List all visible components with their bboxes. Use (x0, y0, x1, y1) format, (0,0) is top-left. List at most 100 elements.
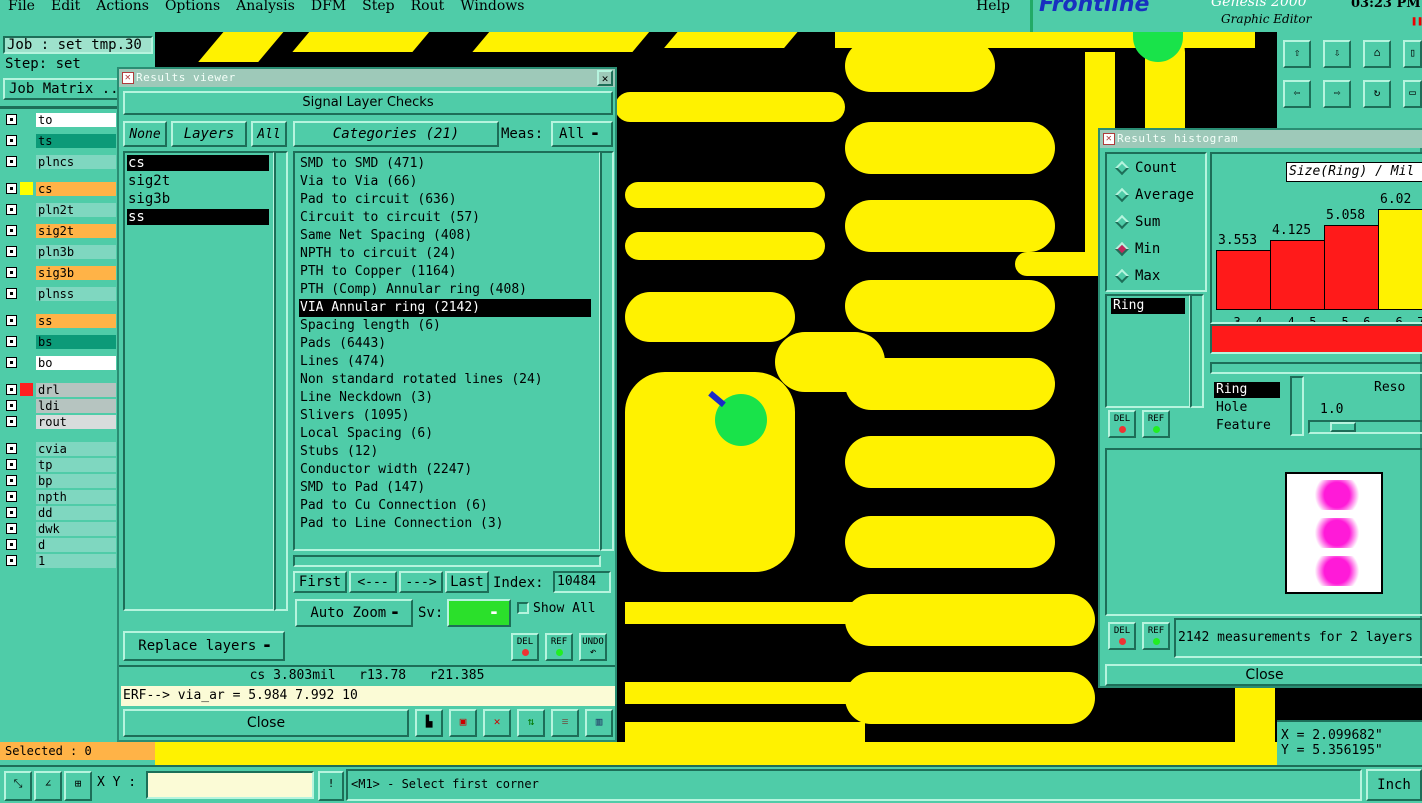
category-item[interactable]: Pad to Line Connection (3) (299, 515, 504, 533)
category-item[interactable]: Slivers (1095) (299, 407, 410, 425)
layer-row[interactable]: to (6, 112, 116, 127)
layer-checkbox[interactable] (6, 384, 17, 395)
xy-input[interactable] (146, 771, 314, 799)
menu-windows[interactable]: Windows (452, 0, 532, 18)
notes-icon[interactable]: ≡ (551, 709, 579, 737)
layer-checkbox[interactable] (6, 246, 17, 257)
categories-scrollbar[interactable] (600, 151, 614, 551)
layer-checkbox[interactable] (6, 225, 17, 236)
category-item[interactable]: Circuit to circuit (57) (299, 209, 480, 227)
category-item[interactable]: Conductor width (2247) (299, 461, 472, 479)
layer-select-list[interactable]: cs sig2t sig3b ss (123, 151, 275, 611)
tool-icon[interactable]: ▯ (1403, 40, 1422, 68)
layer-row[interactable]: pln2t (6, 202, 116, 217)
mode-min-radio[interactable]: Min (1114, 241, 1160, 257)
histogram-bar[interactable] (1378, 209, 1422, 310)
layer-checkbox[interactable] (6, 400, 17, 411)
category-item[interactable]: Spacing length (6) (299, 317, 441, 335)
ring-list[interactable]: Ring (1105, 294, 1191, 408)
layer-checkbox[interactable] (6, 416, 17, 427)
zoom-area-icon[interactable]: ⤡ (4, 771, 32, 801)
result-layer-item[interactable]: sig3b (127, 191, 269, 207)
mirror-icon[interactable]: ▭ (1403, 80, 1422, 108)
layer-row[interactable]: sig3b (6, 265, 116, 280)
layer-checkbox[interactable] (6, 459, 17, 470)
histogram-titlebar[interactable]: ✕ Results histogram (1100, 130, 1422, 148)
category-item[interactable]: Same Net Spacing (408) (299, 227, 472, 245)
first-button[interactable]: First (293, 571, 347, 593)
ref-button[interactable]: REF (545, 633, 573, 661)
report-icon[interactable]: ▣ (449, 709, 477, 737)
category-item[interactable]: SMD to SMD (471) (299, 155, 425, 173)
category-item[interactable]: Pad to circuit (636) (299, 191, 457, 209)
resolution-slider[interactable] (1308, 420, 1422, 434)
histogram-bar[interactable] (1216, 250, 1271, 310)
ring-item[interactable]: Ring (1111, 298, 1185, 314)
layer-checkbox[interactable] (6, 539, 17, 550)
del-button[interactable]: DEL (511, 633, 539, 661)
layer-row[interactable]: tp (6, 457, 116, 472)
layer-checkbox[interactable] (6, 491, 17, 502)
meas-dropdown[interactable]: All ▬ (551, 121, 613, 147)
sv-color-dropdown[interactable]: ▬ (447, 599, 511, 627)
close-window-icon[interactable]: ✕ (597, 70, 613, 86)
result-layer-item[interactable]: cs (127, 155, 269, 171)
layer-row[interactable]: npth (6, 489, 116, 504)
result-layer-item[interactable]: sig2t (127, 173, 269, 189)
move-down-icon[interactable]: ⇩ (1323, 40, 1351, 68)
layer-checkbox[interactable] (6, 288, 17, 299)
hist-ref-button[interactable]: REF (1142, 410, 1170, 438)
layer-checkbox[interactable] (6, 135, 17, 146)
histogram-icon[interactable]: ▥ (585, 709, 613, 737)
close-button[interactable]: Close (123, 709, 409, 737)
category-item[interactable]: Non standard rotated lines (24) (299, 371, 543, 389)
mode-average-radio[interactable]: Average (1114, 187, 1194, 203)
move-up-icon[interactable]: ⇧ (1283, 40, 1311, 68)
histogram-hscroll[interactable] (1210, 362, 1422, 374)
menu-help[interactable]: Help (968, 0, 1030, 18)
alert-icon[interactable]: ! (318, 771, 344, 801)
histogram-bar[interactable] (1270, 240, 1325, 310)
last-button[interactable]: Last (445, 571, 489, 593)
layer-row[interactable]: ss (6, 313, 116, 328)
layer-row[interactable]: bo (6, 355, 116, 370)
field-feature[interactable]: Feature (1216, 418, 1271, 433)
layer-checkbox[interactable] (6, 523, 17, 534)
categories-hscroll[interactable] (293, 555, 601, 567)
layer-checkbox[interactable] (6, 357, 17, 368)
layer-row[interactable]: drl (6, 382, 116, 397)
menu-step[interactable]: Step (354, 0, 402, 18)
menu-actions[interactable]: Actions (88, 0, 157, 18)
replace-layers-dropdown[interactable]: Replace layers ▬ (123, 631, 285, 661)
show-all-checkbox[interactable] (517, 602, 529, 614)
category-item[interactable]: PTH to Copper (1164) (299, 263, 457, 281)
layer-checkbox[interactable] (6, 443, 17, 454)
field-hole[interactable]: Hole (1216, 400, 1247, 415)
layer-checkbox[interactable] (6, 183, 17, 194)
layer-row[interactable]: pln3b (6, 244, 116, 259)
snap-icon[interactable]: ⊞ (64, 771, 92, 801)
menu-options[interactable]: Options (157, 0, 228, 18)
measure-icon[interactable]: ∠ (34, 771, 62, 801)
move-left-icon[interactable]: ⇦ (1283, 80, 1311, 108)
category-item[interactable]: Line Neckdown (3) (299, 389, 433, 407)
index-field[interactable]: 10484 (553, 571, 611, 593)
category-item[interactable]: Stubs (12) (299, 443, 378, 461)
histogram-close-button[interactable]: Close (1105, 664, 1422, 686)
no-ref-icon[interactable]: ✕ (483, 709, 511, 737)
layer-row[interactable]: dd (6, 505, 116, 520)
menu-rout[interactable]: Rout (403, 0, 453, 18)
layer-row[interactable]: ts (6, 133, 116, 148)
menu-edit[interactable]: Edit (43, 0, 88, 18)
field-ring[interactable]: Ring (1214, 382, 1280, 398)
hist-del-button[interactable]: DEL (1108, 410, 1136, 438)
mode-max-radio[interactable]: Max (1114, 268, 1160, 284)
layer-row[interactable]: d (6, 537, 116, 552)
categories-list[interactable]: SMD to SMD (471) Via to Via (66) Pad to ci… (293, 151, 601, 551)
home-icon[interactable]: ⌂ (1363, 40, 1391, 68)
category-item[interactable]: Via to Via (66) (299, 173, 417, 191)
category-item[interactable]: Pads (6443) (299, 335, 386, 353)
auto-zoom-dropdown[interactable]: Auto Zoom ▬ (295, 599, 413, 627)
preview-del-button[interactable]: DEL (1108, 622, 1136, 650)
job-matrix-button[interactable]: Job Matrix ... (3, 78, 121, 100)
